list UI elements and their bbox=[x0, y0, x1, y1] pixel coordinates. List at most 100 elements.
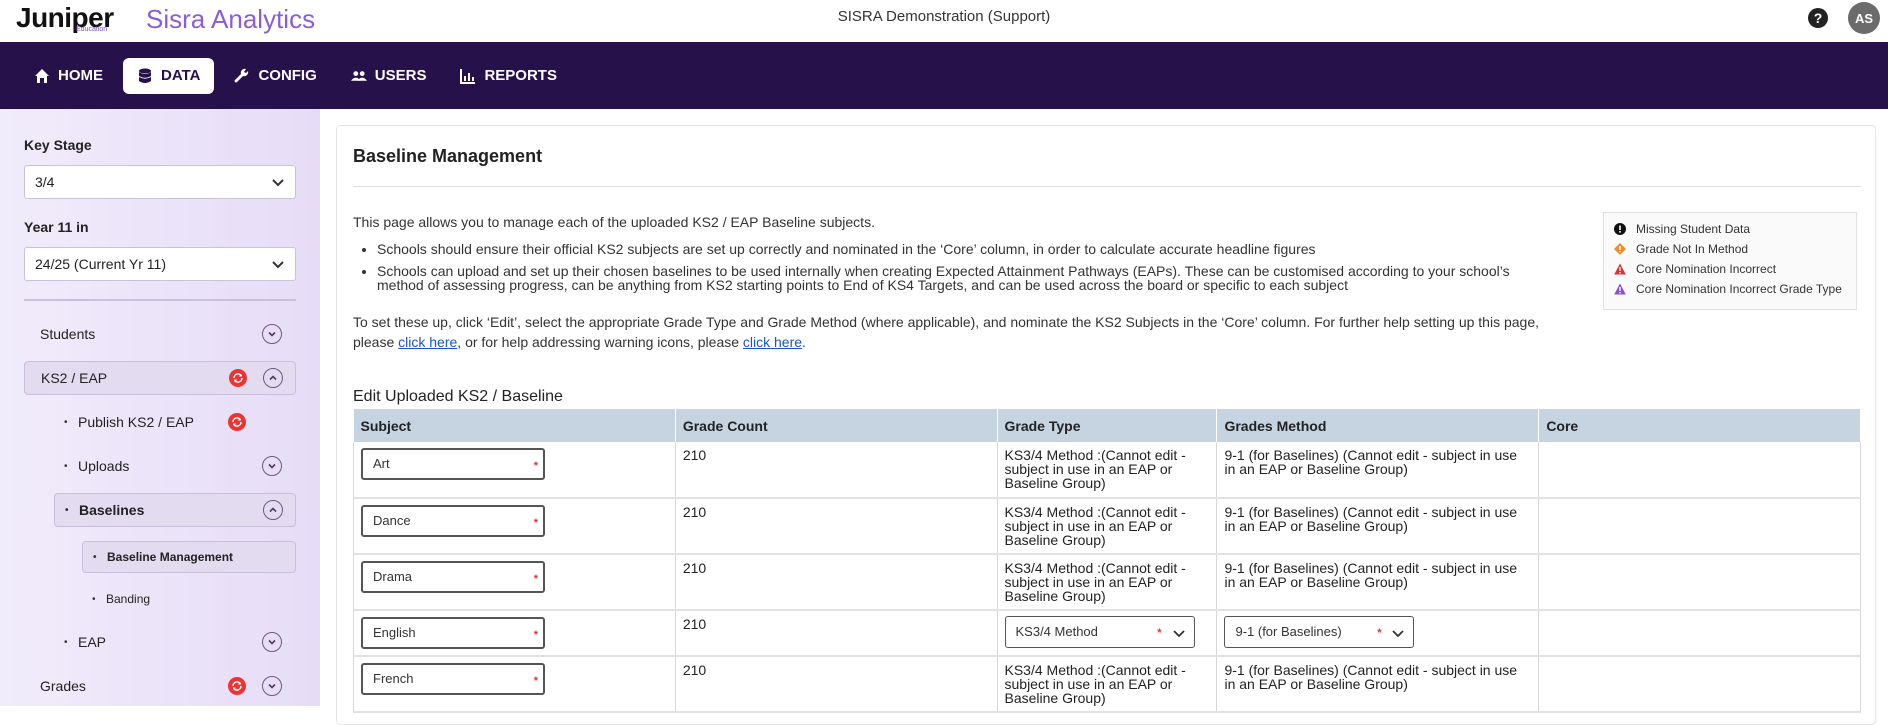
chevron-down-icon[interactable] bbox=[262, 324, 282, 344]
subject-cell: French * bbox=[353, 656, 676, 713]
page-title: Baseline Management bbox=[353, 146, 543, 166]
legend-label: Core Nomination Incorrect Grade Type bbox=[1636, 282, 1842, 296]
required-asterisk-icon: * bbox=[1377, 627, 1382, 639]
nav-users-label: USERS bbox=[374, 67, 427, 84]
legend-label: Grade Not In Method bbox=[1636, 242, 1749, 256]
required-asterisk-icon: * bbox=[533, 675, 538, 687]
nav-config[interactable]: CONFIG bbox=[220, 58, 330, 94]
column-header-core[interactable]: Core bbox=[1538, 409, 1861, 442]
nav-users[interactable]: USERS bbox=[337, 58, 441, 94]
sidebar-item-banding[interactable]: • Banding bbox=[82, 583, 296, 615]
core-cell[interactable] bbox=[1538, 442, 1861, 499]
column-header-grade-count[interactable]: Grade Count bbox=[675, 409, 998, 442]
top-bar: Juniper Education Sisra Analytics SISRA … bbox=[0, 0, 1888, 42]
sidebar-item-label: Uploads bbox=[78, 458, 130, 474]
subject-input[interactable]: Art * bbox=[361, 448, 545, 480]
subject-value: English bbox=[373, 625, 416, 640]
subject-input[interactable]: French * bbox=[361, 663, 545, 695]
year-value: 24/25 (Current Yr 11) bbox=[35, 256, 166, 272]
sidebar-item-label: KS2 / EAP bbox=[41, 370, 108, 386]
column-header-grades-method[interactable]: Grades Method bbox=[1216, 409, 1540, 442]
nav-home[interactable]: HOME bbox=[20, 58, 117, 94]
legend-item-missing-data: Missing Student Data bbox=[1614, 219, 1846, 239]
year-label: Year 11 in bbox=[24, 219, 89, 235]
help-icon[interactable]: ? bbox=[1808, 8, 1828, 28]
column-header-grade-type[interactable]: Grade Type bbox=[997, 409, 1218, 442]
chevron-down-icon[interactable] bbox=[262, 456, 282, 476]
core-cell[interactable] bbox=[1538, 554, 1861, 611]
sidebar-item-students[interactable]: Students bbox=[24, 317, 296, 351]
baseline-table: Subject Grade Count Grade Type Grades Me… bbox=[353, 409, 1861, 713]
required-asterisk-icon: * bbox=[533, 573, 538, 585]
subject-value: Drama bbox=[373, 569, 413, 584]
sidebar: Key Stage 3/4 Year 11 in 24/25 (Current … bbox=[0, 109, 320, 706]
info-bullet: Schools can upload and set up their chos… bbox=[377, 264, 1557, 292]
core-cell[interactable] bbox=[1538, 656, 1861, 713]
warning-triangle-icon bbox=[1614, 263, 1626, 275]
sync-icon[interactable] bbox=[228, 677, 246, 695]
grade-count-cell: 210 bbox=[675, 498, 998, 555]
home-icon bbox=[34, 68, 50, 84]
help-link-warnings[interactable]: click here bbox=[743, 334, 802, 350]
required-asterisk-icon: * bbox=[533, 460, 538, 472]
subject-cell: English * bbox=[353, 610, 676, 657]
chevron-up-icon[interactable] bbox=[263, 500, 283, 520]
required-asterisk-icon: * bbox=[533, 517, 538, 529]
nav-reports[interactable]: REPORTS bbox=[446, 58, 571, 94]
subject-input[interactable]: Dance * bbox=[361, 505, 545, 537]
grade-type-select[interactable]: KS3/4 Method * bbox=[1004, 616, 1195, 648]
info-bullets: Schools should ensure their official KS2… bbox=[377, 242, 1557, 300]
sidebar-item-grades[interactable]: Grades bbox=[24, 669, 296, 703]
sync-icon[interactable] bbox=[229, 369, 247, 387]
sidebar-item-baselines[interactable]: • Baselines bbox=[54, 493, 296, 527]
nav-home-label: HOME bbox=[58, 67, 103, 84]
main-panel: Baseline Management This page allows you… bbox=[336, 125, 1876, 725]
grade-type-cell: KS3/4 Method :(Cannot edit - subject in … bbox=[997, 442, 1218, 499]
bullet-dot: • bbox=[65, 504, 69, 516]
sidebar-item-label: Publish KS2 / EAP bbox=[78, 414, 194, 430]
grade-type-cell: KS3/4 Method :(Cannot edit - subject in … bbox=[997, 656, 1218, 713]
warning-diamond-icon bbox=[1614, 243, 1626, 255]
chevron-down-icon bbox=[1392, 630, 1405, 638]
sidebar-item-publish-ks2-eap[interactable]: • Publish KS2 / EAP bbox=[54, 405, 296, 439]
sidebar-item-eap[interactable]: • EAP bbox=[54, 625, 296, 659]
table-row: English * 210 KS3/4 Method * 9-1 (for Bas… bbox=[353, 610, 1861, 657]
table-row: Dance * 210 KS3/4 Method :(Cannot edit - … bbox=[353, 498, 1861, 555]
grades-method-select[interactable]: 9-1 (for Baselines) * bbox=[1224, 616, 1415, 648]
chart-icon bbox=[460, 68, 476, 84]
grades-method-select-value: 9-1 (for Baselines) bbox=[1235, 624, 1342, 639]
chevron-down-icon[interactable] bbox=[262, 676, 282, 696]
table-title: Edit Uploaded KS2 / Baseline bbox=[353, 388, 563, 405]
subject-cell: Drama * bbox=[353, 554, 676, 611]
nav-data[interactable]: DATA bbox=[123, 57, 215, 94]
sync-icon[interactable] bbox=[228, 413, 246, 431]
subject-value: Art bbox=[373, 456, 390, 471]
grade-count-cell: 210 bbox=[675, 656, 998, 713]
sidebar-item-uploads[interactable]: • Uploads bbox=[54, 449, 296, 483]
avatar[interactable]: AS bbox=[1848, 2, 1880, 34]
key-stage-select[interactable]: 3/4 bbox=[24, 165, 296, 199]
grade-type-cell: KS3/4 Method * bbox=[997, 610, 1218, 657]
sidebar-item-label: Banding bbox=[106, 592, 151, 606]
chevron-up-icon[interactable] bbox=[263, 368, 283, 388]
subject-input[interactable]: English * bbox=[361, 617, 545, 649]
help-link-setup[interactable]: click here bbox=[398, 334, 457, 350]
grades-method-cell: 9-1 (for Baselines) (Cannot edit - subje… bbox=[1216, 498, 1540, 555]
subject-input[interactable]: Drama * bbox=[361, 561, 545, 593]
chevron-down-icon[interactable] bbox=[262, 632, 282, 652]
sidebar-item-baseline-management[interactable]: • Baseline Management bbox=[82, 541, 296, 573]
column-header-subject[interactable]: Subject bbox=[353, 409, 676, 442]
sidebar-item-ks2-eap[interactable]: KS2 / EAP bbox=[24, 361, 296, 395]
setup-text-part: , or for help addressing warning icons, … bbox=[457, 334, 743, 350]
info-bullet: Schools should ensure their official KS2… bbox=[377, 242, 1557, 256]
key-stage-label: Key Stage bbox=[24, 137, 92, 153]
core-cell[interactable] bbox=[1538, 610, 1861, 657]
core-cell[interactable] bbox=[1538, 498, 1861, 555]
year-select[interactable]: 24/25 (Current Yr 11) bbox=[24, 247, 296, 281]
subject-cell: Dance * bbox=[353, 498, 676, 555]
grades-method-cell: 9-1 (for Baselines) (Cannot edit - subje… bbox=[1216, 442, 1540, 499]
grade-type-cell: KS3/4 Method :(Cannot edit - subject in … bbox=[997, 554, 1218, 611]
setup-text: To set these up, click ‘Edit’, select th… bbox=[353, 312, 1563, 352]
grade-type-cell: KS3/4 Method :(Cannot edit - subject in … bbox=[997, 498, 1218, 555]
sidebar-divider bbox=[24, 299, 296, 301]
